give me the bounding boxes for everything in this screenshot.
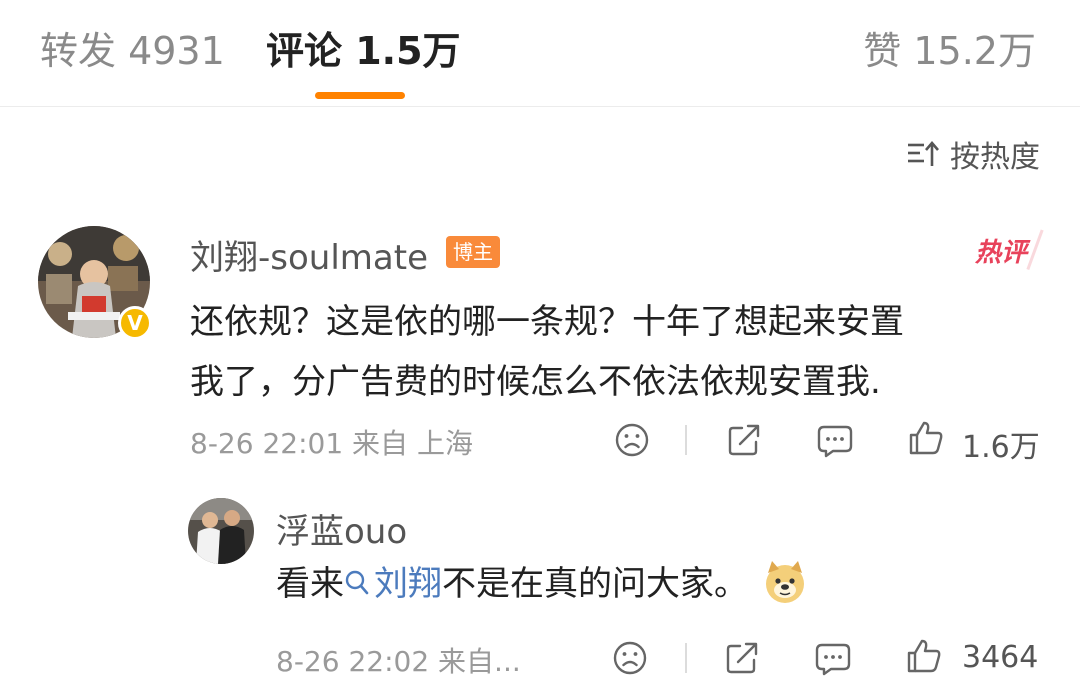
comment-icon xyxy=(815,643,851,676)
tab-comments[interactable]: 评论 1.5万 xyxy=(266,26,461,76)
react-button[interactable] xyxy=(612,420,652,460)
active-tab-indicator xyxy=(315,92,405,99)
sort-label: 按热度 xyxy=(950,140,1040,175)
reply-button[interactable] xyxy=(813,638,853,678)
action-divider xyxy=(685,425,687,455)
action-divider xyxy=(685,643,687,673)
share-icon xyxy=(728,424,760,456)
share-icon xyxy=(726,642,758,674)
comment-text-line-1: 还依规？这是依的哪一条规？十年了想起来安置 xyxy=(190,302,904,342)
share-button[interactable] xyxy=(724,420,764,460)
poster-badge: 博主 xyxy=(446,236,500,268)
doge-emoji-icon xyxy=(762,559,808,624)
sort-by-hot-button[interactable]: 按热度 xyxy=(906,134,1040,175)
share-button[interactable] xyxy=(722,638,762,678)
like-count: 1.6万 xyxy=(962,430,1040,465)
like-button[interactable] xyxy=(904,636,944,676)
mention-link[interactable]: 刘翔 xyxy=(344,564,442,604)
search-icon xyxy=(345,570,369,595)
thumbs-up-icon xyxy=(909,421,943,455)
comment-tabs: 转发 4931 评论 1.5万 赞 15.2万 xyxy=(0,0,1080,107)
verified-badge: V xyxy=(118,306,152,340)
reply-text-after: 不是在真的问大家。 xyxy=(442,564,748,604)
reply-text-before: 看来 xyxy=(276,564,344,604)
comment-username[interactable]: 刘翔-soulmate xyxy=(190,230,428,279)
reply-username[interactable]: 浮蓝ouo xyxy=(276,504,407,553)
comment-meta: 8-26 22:01 来自 上海 xyxy=(190,427,473,460)
react-button[interactable] xyxy=(610,638,650,678)
like-button[interactable] xyxy=(906,418,946,458)
reply-meta: 8-26 22:02 来自... xyxy=(276,645,521,678)
hot-comment-tag: 热评 xyxy=(975,232,1027,269)
sad-face-icon xyxy=(615,423,649,457)
reply-text: 看来 刘翔不是在真的问大家。 xyxy=(276,554,808,624)
comment-text-line-2: 我了，分广告费的时候怎么不依法依规安置我. xyxy=(190,362,881,402)
sad-face-icon xyxy=(613,641,647,675)
like-count: 3464 xyxy=(962,640,1039,675)
comment-icon xyxy=(817,425,853,458)
sort-icon xyxy=(906,139,940,169)
thumbs-up-icon xyxy=(907,639,941,673)
reply-button[interactable] xyxy=(815,420,855,460)
mention-label: 刘翔 xyxy=(374,564,442,604)
tab-likes[interactable]: 赞 15.2万 xyxy=(863,26,1036,76)
avatar[interactable] xyxy=(188,498,254,564)
tab-reposts[interactable]: 转发 4931 xyxy=(40,26,225,76)
